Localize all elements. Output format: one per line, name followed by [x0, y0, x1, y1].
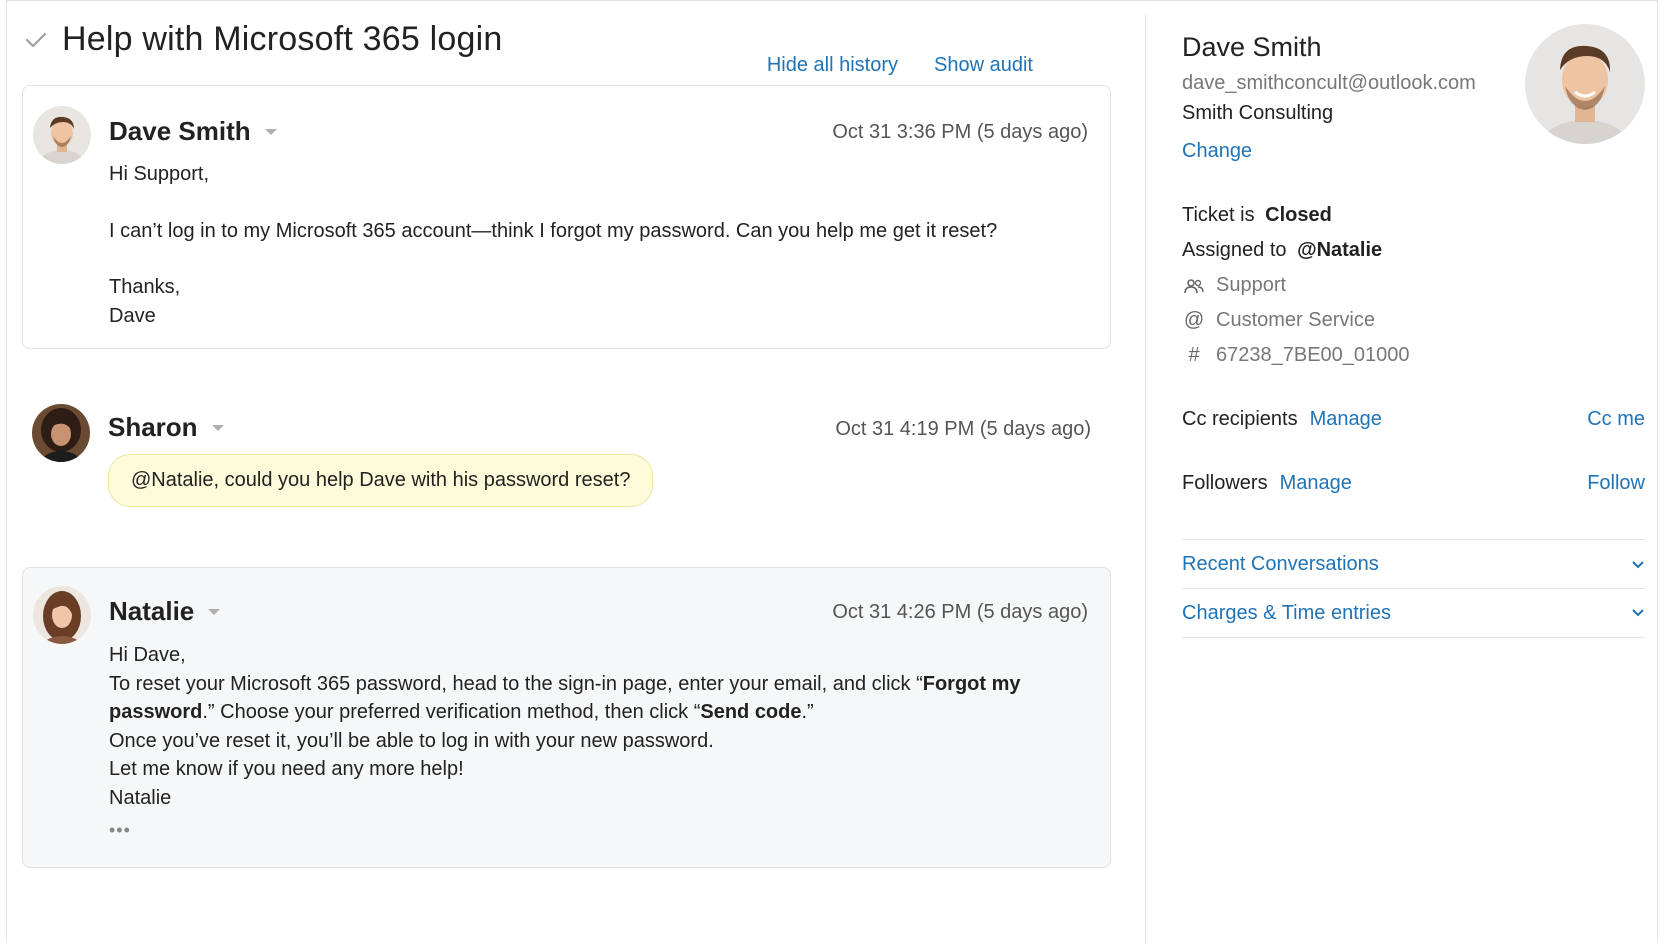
checkmark-icon [25, 32, 47, 47]
show-more-ellipsis[interactable]: ••• [109, 816, 1049, 845]
message-line: Thanks, [109, 276, 181, 298]
author-menu-caret-icon[interactable] [208, 608, 221, 615]
cc-manage-link[interactable]: Manage [1310, 408, 1382, 430]
message-body: Hi Dave, To reset your Microsoft 365 pas… [109, 641, 1049, 845]
message-line: Once you’ve reset it, you’ll be able to … [109, 729, 714, 752]
author-name: Dave Smith [109, 116, 277, 147]
author-menu-caret-icon[interactable] [264, 128, 277, 135]
author-name: Sharon [108, 412, 224, 443]
bold-password: password [109, 701, 203, 723]
author-label: Sharon [108, 412, 198, 442]
chevron-down-icon [1632, 609, 1644, 617]
message-sharon: Sharon Oct 31 4:19 PM (5 days ago) @Nata… [22, 400, 1111, 520]
chevron-down-icon [1632, 560, 1644, 568]
history-links: Hide all history Show audit [767, 54, 1033, 77]
bold-forgot-my: Forgot my [922, 672, 1021, 695]
channel-value: Customer Service [1216, 309, 1375, 331]
bold-send-code: Send code [700, 701, 802, 723]
assignee-value[interactable]: @Natalie [1297, 239, 1382, 262]
cc-recipients-row: Cc recipients Manage Cc me [1182, 408, 1645, 431]
message-timestamp: Oct 31 4:19 PM (5 days ago) [835, 418, 1091, 440]
avatar-dave[interactable] [33, 106, 91, 164]
people-icon [1182, 278, 1206, 294]
conversation-panel: Help with Microsoft 365 login Hide all h… [0, 0, 1145, 938]
author-label: Dave Smith [109, 116, 251, 146]
ticket-channel: @ Customer Service [1182, 309, 1375, 332]
status-value: Closed [1265, 204, 1332, 226]
author-name: Natalie [109, 596, 221, 627]
charges-time-entries-section[interactable]: Charges & Time entries [1182, 588, 1645, 638]
message-line: Hi Support, [109, 163, 210, 185]
hide-all-history-link[interactable]: Hide all history [767, 54, 898, 77]
message-line: Dave [109, 304, 156, 327]
requester-email: dave_smithconcult@outlook.com [1182, 72, 1476, 94]
status-prefix: Ticket is [1182, 204, 1261, 226]
section-label: Recent Conversations [1182, 553, 1379, 575]
change-requester-link[interactable]: Change [1182, 140, 1252, 163]
ticket-status: Ticket is Closed [1182, 204, 1332, 227]
show-audit-link[interactable]: Show audit [934, 54, 1033, 77]
at-icon: @ [1183, 309, 1205, 331]
requester-name: Dave Smith [1182, 32, 1322, 62]
avatar-sharon[interactable] [32, 404, 90, 462]
author-menu-caret-icon[interactable] [211, 424, 224, 431]
message-paragraph: To reset your Microsoft 365 password, he… [109, 670, 1049, 727]
followers-row: Followers Manage Follow [1182, 472, 1645, 495]
ticket-id: # 67238_7BE00_01000 [1182, 344, 1410, 367]
message-timestamp: Oct 31 3:36 PM (5 days ago) [832, 121, 1088, 143]
message-line: Hi Dave, [109, 644, 186, 666]
message-card-natalie: Natalie Oct 31 4:26 PM (5 days ago) Hi D… [22, 567, 1111, 868]
internal-note-bubble: @Natalie, could you help Dave with his p… [108, 454, 654, 507]
group-value: Support [1216, 274, 1287, 296]
author-label: Natalie [109, 596, 195, 626]
ticket-assignee: Assigned to @Natalie [1182, 239, 1382, 262]
ticket-group: Support [1182, 274, 1286, 297]
message-line: Let me know if you need any more help! [109, 758, 464, 780]
cc-me-link[interactable]: Cc me [1587, 408, 1645, 431]
follow-link[interactable]: Follow [1587, 472, 1645, 495]
requester-sidebar: Dave Smith dave_smithconcult@outlook.com… [1145, 14, 1655, 944]
requester-avatar [1525, 24, 1645, 144]
text-run: .” [801, 701, 814, 723]
message-card-dave: Dave Smith Oct 31 3:36 PM (5 days ago) H… [22, 85, 1111, 349]
requester-organization: Smith Consulting [1182, 102, 1334, 124]
cc-label: Cc recipients [1182, 408, 1298, 430]
followers-label: Followers [1182, 472, 1268, 494]
text-run: .” Choose your preferred verification me… [202, 701, 701, 723]
message-line: Natalie [109, 786, 172, 809]
ticket-id-value: 67238_7BE00_01000 [1216, 344, 1410, 366]
section-label: Charges & Time entries [1182, 601, 1391, 624]
assignee-prefix: Assigned to [1182, 239, 1293, 261]
recent-conversations-section[interactable]: Recent Conversations [1182, 539, 1645, 589]
hash-icon: # [1188, 344, 1200, 366]
message-body: Hi Support, I can’t log in to my Microso… [109, 160, 997, 330]
message-timestamp: Oct 31 4:26 PM (5 days ago) [832, 601, 1088, 623]
title-row: Help with Microsoft 365 login [24, 20, 502, 59]
message-line: I can’t log in to my Microsoft 365 accou… [109, 219, 998, 242]
avatar-natalie[interactable] [33, 586, 91, 644]
text-run: To reset your Microsoft 365 password, he… [109, 672, 923, 695]
ticket-title: Help with Microsoft 365 login [62, 20, 503, 58]
followers-manage-link[interactable]: Manage [1280, 472, 1352, 494]
